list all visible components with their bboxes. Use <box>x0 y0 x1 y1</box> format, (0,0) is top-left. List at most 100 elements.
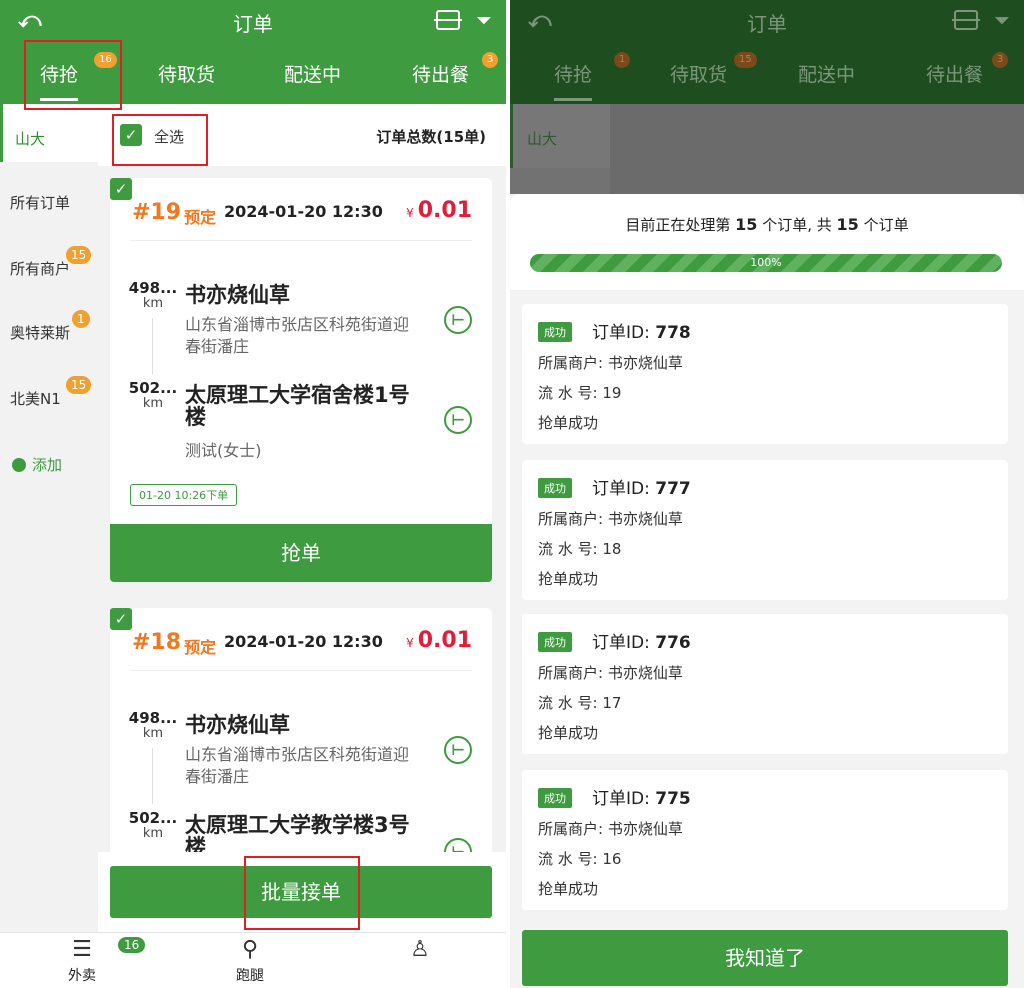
dropoff-contact: 测试(女士) <box>185 441 262 460</box>
tab-pending-meal: 待出餐 3 <box>926 52 1009 87</box>
merchant: 所属商户: 书亦烧仙草 <box>538 820 683 838</box>
sidebar-item-all-orders[interactable]: 所有订单 <box>10 192 70 213</box>
sidebar-placeholder <box>510 168 610 194</box>
status-badge: 成功 <box>538 632 572 652</box>
sidebar-item-shanda: 山大 <box>510 104 610 168</box>
reserve-tag: 预定 <box>184 638 217 657</box>
navigate-icon[interactable]: ⊢ <box>444 736 472 764</box>
sidebar-item-n1[interactable]: 北美N1 15 <box>10 376 92 409</box>
status-badge: 成功 <box>538 788 572 808</box>
divider <box>130 670 472 671</box>
serial-number: 流 水 号: 18 <box>538 540 622 558</box>
tab-badge: 1 <box>614 52 631 68</box>
dimmed-background: 山大 <box>510 104 1024 194</box>
nav-item-takeout[interactable]: ☰ 外卖 <box>42 937 122 985</box>
msg-suffix: 个订单 <box>863 216 909 234</box>
filter-icon[interactable]: ⏷ <box>476 8 492 32</box>
delivery-time: 2024-01-20 12:30 <box>224 202 383 221</box>
tab-label: 待出餐 <box>926 64 984 86</box>
order-id-value: 776 <box>655 633 691 653</box>
runner-icon: ⚲ <box>241 937 259 962</box>
user-icon: ♙ <box>410 937 430 962</box>
order-checkbox[interactable]: ✓ <box>110 608 132 630</box>
order-tabs: 待抢 1 待取货 15 配送中 待出餐 3 <box>510 46 1024 104</box>
pickup-name: 书亦烧仙草 <box>185 713 290 737</box>
reserve-tag: 预定 <box>184 208 217 227</box>
sidebar-item-label: 奥特莱斯 <box>10 324 71 342</box>
navigate-icon[interactable]: ⊢ <box>444 306 472 334</box>
order-id-value: 775 <box>655 789 691 809</box>
order-id-value: 778 <box>655 323 691 343</box>
price-value: 0.01 <box>417 198 472 223</box>
batch-result-screen: ⤺ 订单 ⏷ 待抢 1 待取货 15 配送中 待出餐 3 山大 目前正在处理第 15 … <box>510 0 1024 988</box>
page-title: 订单 <box>233 12 273 36</box>
tab-delivering[interactable]: 配送中 <box>284 60 341 87</box>
currency-symbol: ¥ <box>406 206 414 220</box>
result-sheet: 目前正在处理第 15 个订单, 共 15 个订单 100% 成功 订单ID: 7… <box>510 194 1024 988</box>
distance-unit: km <box>142 826 164 841</box>
current-count: 15 <box>735 215 758 234</box>
result-item: 成功 订单ID: 776 所属商户: 书亦烧仙草 流 水 号: 17 抢单成功 <box>522 614 1008 754</box>
pickup-distance: 498... km <box>128 710 178 742</box>
serial-number: 流 水 号: 17 <box>538 694 622 712</box>
pickup-name: 书亦烧仙草 <box>185 283 290 307</box>
sidebar-item-shanda[interactable]: 山大 <box>0 104 98 162</box>
order-id-value: 777 <box>655 479 691 499</box>
highlight-box <box>244 856 360 930</box>
nav-item-profile[interactable]: ♙ <box>380 937 460 965</box>
acknowledge-button[interactable]: 我知道了 <box>522 930 1008 986</box>
nav-badge: 16 <box>118 937 146 953</box>
count-badge: 1 <box>72 310 90 328</box>
route-line <box>152 748 153 804</box>
pickup-distance: 498... km <box>128 280 178 312</box>
tab-pending-pickup: 待取货 15 <box>670 52 757 87</box>
divider <box>130 240 472 241</box>
route-line <box>152 318 153 374</box>
progress-message: 目前正在处理第 15 个订单, 共 15 个订单 <box>510 214 1024 235</box>
scan-icon <box>952 10 980 30</box>
distance-value: 498... <box>128 709 178 727</box>
pickup-address: 山东省淄博市张店区科苑街道迎春街潘庄 <box>185 745 410 786</box>
pickup-address: 山东省淄博市张店区科苑街道迎春街潘庄 <box>185 315 410 356</box>
sidebar-item-label: 北美N1 <box>10 390 61 408</box>
sidebar-item-label: 山大 <box>15 130 46 148</box>
total-count: 15 <box>836 215 859 234</box>
tab-pending-pickup[interactable]: 待取货 <box>158 60 215 87</box>
order-total: 订单总数(15单) <box>376 128 486 146</box>
sidebar: 山大 所有订单 所有商户 15 奥特莱斯 1 北美N1 15 添加 <box>0 104 98 932</box>
navigate-icon[interactable]: ⊢ <box>444 406 472 434</box>
order-id: 订单ID: 777 <box>592 474 691 499</box>
distance-unit: km <box>142 296 164 311</box>
tab-label: 配送中 <box>284 64 342 86</box>
sidebar-item-all-merchants[interactable]: 所有商户 15 <box>10 246 92 279</box>
tab-pending-meal[interactable]: 待出餐 3 <box>412 52 499 87</box>
order-time: 01-20 10:26下单 <box>130 484 238 506</box>
delivery-time: 2024-01-20 12:30 <box>224 632 383 651</box>
order-screen: ⤺ 订单 ⏷ 待抢 16 待取货 配送中 待出餐 3 山大 所有订单 所有商户 1… <box>0 0 506 988</box>
order-price: ¥0.01 <box>406 628 472 653</box>
order-price: ¥0.01 <box>406 198 472 223</box>
tab-label: 待取货 <box>670 64 728 86</box>
merchant: 所属商户: 书亦烧仙草 <box>538 664 683 682</box>
tab-label: 配送中 <box>798 64 856 86</box>
tab-delivering: 配送中 <box>798 60 855 87</box>
scan-icon[interactable] <box>434 10 462 30</box>
order-list: ✓ 全选 订单总数(15单) ✓ #19 预定 2024-01-20 12:30… <box>98 104 506 932</box>
merchant: 所属商户: 书亦烧仙草 <box>538 354 683 372</box>
list-icon: ☰ <box>72 937 92 962</box>
nav-item-errand[interactable]: ⚲ 跑腿 <box>210 937 290 985</box>
count-badge: 15 <box>66 376 92 394</box>
nav-label: 跑腿 <box>236 968 264 984</box>
bottom-nav: ☰ 外卖 16 ⚲ 跑腿 ♙ <box>0 932 506 988</box>
dropoff-distance: 502... km <box>128 810 178 842</box>
order-checkbox[interactable]: ✓ <box>110 178 132 200</box>
add-button[interactable]: 添加 <box>12 454 62 475</box>
dropoff-name: 太原理工大学宿舍楼1号楼 <box>185 383 410 429</box>
tab-badge: 3 <box>992 52 1009 68</box>
msg-mid: 个订单, 共 <box>762 216 832 234</box>
sidebar-item-outlets[interactable]: 奥特莱斯 1 <box>10 310 90 343</box>
result-text: 抢单成功 <box>538 570 599 588</box>
grab-order-button[interactable]: 抢单 <box>110 524 492 582</box>
add-label: 添加 <box>32 456 63 474</box>
distance-unit: km <box>142 396 164 411</box>
